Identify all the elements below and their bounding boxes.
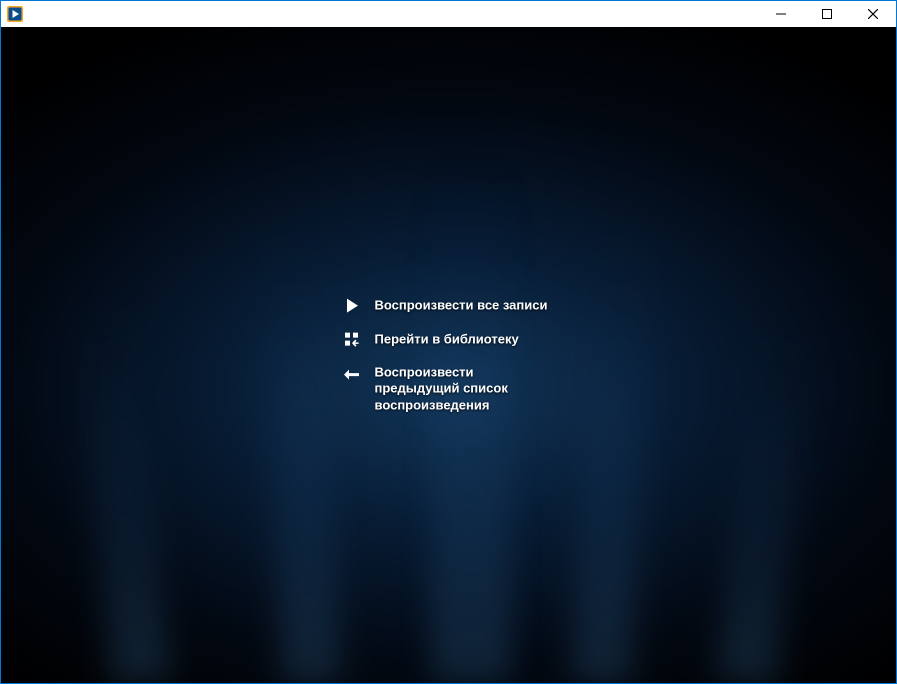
player-area: Воспроизвести все записи Перейти в библи… xyxy=(1,27,896,683)
titlebar xyxy=(1,1,896,27)
play-all-label: Воспроизвести все записи xyxy=(375,298,548,314)
minimize-button[interactable] xyxy=(758,1,804,27)
app-icon xyxy=(7,6,23,22)
close-button[interactable] xyxy=(850,1,896,27)
window-controls xyxy=(758,1,896,27)
play-previous-playlist-label: Воспроизвести предыдущий список воспроиз… xyxy=(375,365,555,414)
maximize-button[interactable] xyxy=(804,1,850,27)
play-all-button[interactable]: Воспроизвести все записи xyxy=(343,297,555,315)
play-previous-playlist-button[interactable]: Воспроизвести предыдущий список воспроиз… xyxy=(343,365,555,414)
start-menu: Воспроизвести все записи Перейти в библи… xyxy=(343,297,555,414)
go-to-library-button[interactable]: Перейти в библиотеку xyxy=(343,331,555,349)
back-arrow-icon xyxy=(343,366,361,384)
library-icon xyxy=(343,331,361,349)
play-icon xyxy=(343,297,361,315)
go-to-library-label: Перейти в библиотеку xyxy=(375,332,519,348)
